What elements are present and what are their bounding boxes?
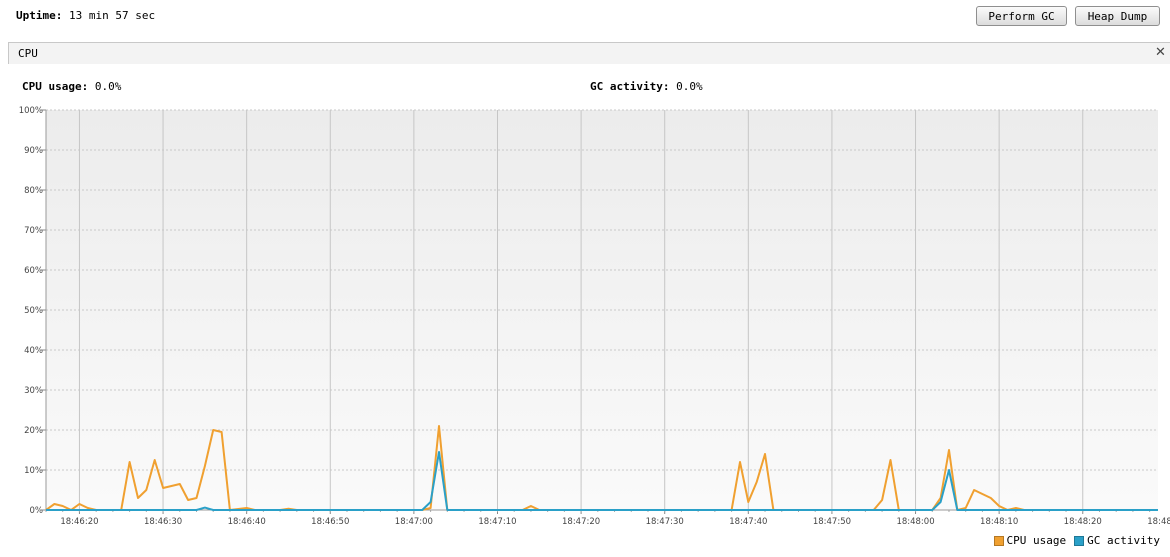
y-tick-label: 20%: [24, 426, 43, 436]
x-tick-label: 18:46:40: [228, 517, 266, 527]
x-tick-label: 18:47:30: [646, 517, 684, 527]
gc-swatch: [1074, 535, 1085, 546]
cpu-chart: 0% 10% 20% 30% 40% 50% 60% 70% 80% 90% 100% 18:46:2…: [19, 106, 1170, 527]
x-tick-label: 18:47:10: [478, 517, 516, 527]
cpu-usage-value: 0.0%: [94, 80, 122, 93]
y-tick-label: 50%: [24, 306, 43, 316]
y-tick-label: 0%: [30, 506, 44, 516]
x-tick-label: 18:46:30: [144, 517, 182, 527]
uptime-label: Uptime:: [16, 9, 63, 22]
x-tick-label: 18:47:50: [813, 517, 851, 527]
x-tick-label: 18:46:20: [60, 517, 98, 527]
y-tick-label: 90%: [24, 146, 43, 156]
heap-dump-button[interactable]: Heap Dump: [1075, 6, 1160, 26]
y-tick-label: 80%: [24, 186, 43, 196]
x-tick-label: 18:48:20: [1064, 517, 1102, 527]
y-tick-label: 60%: [24, 266, 43, 276]
cpu-swatch: [993, 535, 1004, 546]
gc-activity-value: 0.0%: [676, 80, 703, 93]
cpu-usage-label: CPU usage:: [22, 80, 89, 93]
perform-gc-button[interactable]: Perform GC: [976, 6, 1067, 26]
uptime-value: 13 min 57 sec: [68, 9, 156, 22]
y-tick-label: 10%: [24, 466, 43, 476]
legend-item-cpu: CPU usage: [993, 534, 1067, 547]
gc-activity-readout: GC activity: 0.0%: [590, 80, 703, 93]
y-tick-label: 100%: [19, 106, 43, 116]
cpu-panel-header: CPU ✕: [8, 42, 1170, 64]
legend-cpu-label: CPU usage: [1006, 534, 1067, 547]
x-tick-label: 18:47:20: [562, 517, 600, 527]
chart-legend: CPU usage GC activity: [993, 534, 1160, 547]
y-tick-label: 30%: [24, 386, 43, 396]
gc-activity-label: GC activity:: [590, 80, 670, 93]
y-tick-label: 40%: [24, 346, 43, 356]
panel-title: CPU: [18, 47, 38, 60]
uptime-readout: Uptime: 13 min 57 sec: [16, 9, 155, 22]
legend-gc-label: GC activity: [1087, 534, 1160, 547]
x-tick-label: 18:47:00: [395, 517, 433, 527]
close-icon[interactable]: ✕: [1155, 45, 1166, 60]
x-tick-label: 18:46:50: [311, 517, 349, 527]
x-tick-label: 18:48:10: [980, 517, 1018, 527]
legend-item-gc: GC activity: [1074, 534, 1160, 547]
y-tick-label: 70%: [24, 226, 43, 236]
cpu-usage-readout: CPU usage: 0.0%: [22, 80, 121, 93]
x-tick-label: 18:48:30: [1147, 517, 1170, 527]
x-tick-label: 18:47:40: [729, 517, 767, 527]
x-tick-label: 18:48:00: [896, 517, 934, 527]
